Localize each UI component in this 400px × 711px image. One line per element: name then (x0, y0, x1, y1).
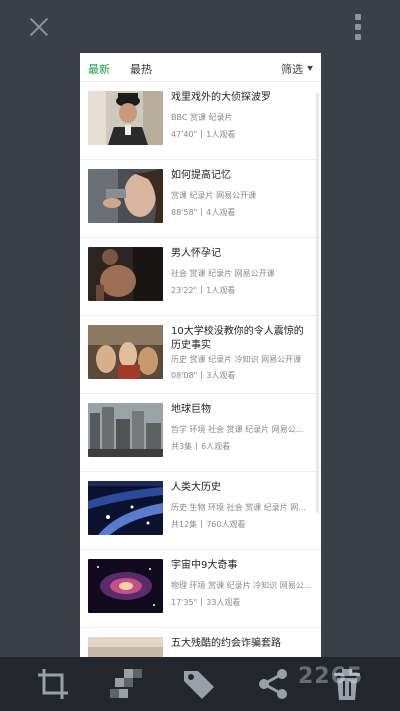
item-duration: 88'58" (171, 208, 198, 217)
thumbnail (88, 559, 163, 613)
share-icon[interactable] (256, 667, 290, 701)
item-meta: 23'22" 1人观看 (171, 285, 235, 296)
item-tags: 哲学 环境 社会 赏课 纪录片 网易公... (171, 425, 304, 434)
tab-bar: 最新 最热 筛选 (80, 53, 321, 82)
list-item[interactable]: 宇宙中9大奇事 物理 环境 赏课 纪录片 冷知识 网易公... 17'35" 33… (80, 550, 321, 628)
item-meta: 08'08" 3人观看 (171, 370, 235, 381)
list-item[interactable]: 地球巨物 哲学 环境 社会 赏课 纪录片 网易公... 共3集 6人观看 (80, 394, 321, 472)
item-duration: 17'35" (171, 598, 198, 607)
close-icon[interactable] (24, 12, 54, 42)
item-duration: 共12集 (171, 520, 198, 529)
thumbnail (88, 403, 163, 457)
item-views: 6人观看 (201, 442, 231, 451)
list-item[interactable]: 五大残酷的约会诈骗套路 (80, 628, 321, 657)
item-title: 如何提高记忆 (171, 170, 231, 181)
item-meta: 17'35" 33人观看 (171, 597, 240, 608)
mosaic-icon[interactable] (110, 667, 144, 701)
screenshot-preview: 最新 最热 筛选 戏里戏外的大侦探波罗 BBC 赏课 纪录片 47'40" 1人观… (80, 53, 321, 657)
item-tags: 物理 环境 赏课 纪录片 冷知识 网易公... (171, 581, 312, 590)
item-meta: 共12集 760人观看 (171, 519, 245, 530)
list-item[interactable]: 人类大历史 历史 生物 环境 社会 赏课 纪录片 网... 共12集 760人观看 (80, 472, 321, 550)
item-views: 1人观看 (206, 130, 236, 139)
watermark: 2265 (298, 664, 364, 689)
thumbnail (88, 637, 163, 657)
tab-hot[interactable]: 最热 (130, 61, 152, 77)
item-tags: 社会 赏课 纪录片 网易公开课 (171, 269, 275, 278)
thumbnail (88, 91, 163, 145)
item-title: 戏里戏外的大侦探波罗 (171, 92, 271, 103)
thumbnail (88, 169, 163, 223)
list-item[interactable]: 男人怀孕记 社会 赏课 纪录片 网易公开课 23'22" 1人观看 (80, 238, 321, 316)
thumbnail (88, 247, 163, 301)
item-views: 3人观看 (206, 371, 236, 380)
item-tags: 历史 赏课 纪录片 冷知识 网易公开课 (171, 355, 302, 364)
filter-label: 筛选 (281, 63, 303, 76)
item-duration: 08'08" (171, 371, 198, 380)
item-title: 地球巨物 (171, 404, 211, 415)
crop-icon[interactable] (36, 667, 70, 701)
item-tags: 赏课 纪录片 网易公开课 (171, 191, 257, 200)
item-title: 五大残酷的约会诈骗套路 (171, 638, 281, 649)
list-item[interactable]: 戏里戏外的大侦探波罗 BBC 赏课 纪录片 47'40" 1人观看 (80, 82, 321, 160)
item-meta: 共3集 6人观看 (171, 441, 230, 452)
tab-latest[interactable]: 最新 (88, 61, 110, 77)
item-title: 男人怀孕记 (171, 248, 221, 259)
tag-icon[interactable] (182, 667, 216, 701)
item-duration: 23'22" (171, 286, 198, 295)
caret-down-icon (307, 66, 313, 71)
item-views: 33人观看 (206, 598, 241, 607)
filter-button[interactable]: 筛选 (281, 61, 313, 77)
thumbnail (88, 325, 163, 379)
item-meta: 47'40" 1人观看 (171, 129, 235, 140)
item-duration: 47'40" (171, 130, 198, 139)
item-views: 4人观看 (206, 208, 236, 217)
item-title: 人类大历史 (171, 482, 221, 493)
item-title: 宇宙中9大奇事 (171, 560, 238, 571)
thumbnail (88, 481, 163, 535)
list-item[interactable]: 10大学校没教你的令人震惊的历史事实 历史 赏课 纪录片 冷知识 网易公开课 0… (80, 316, 321, 394)
item-views: 760人观看 (206, 520, 246, 529)
item-tags: 历史 生物 环境 社会 赏课 纪录片 网... (171, 503, 306, 512)
item-title: 10大学校没教你的令人震惊的历史事实 (171, 326, 304, 351)
list-item[interactable]: 如何提高记忆 赏课 纪录片 网易公开课 88'58" 4人观看 (80, 160, 321, 238)
top-bar (0, 0, 400, 52)
scrollbar[interactable] (316, 93, 319, 513)
video-list: 戏里戏外的大侦探波罗 BBC 赏课 纪录片 47'40" 1人观看 如何提高记忆 … (80, 82, 321, 657)
item-views: 1人观看 (206, 286, 236, 295)
item-meta: 88'58" 4人观看 (171, 207, 235, 218)
item-tags: BBC 赏课 纪录片 (171, 113, 233, 122)
more-vertical-icon[interactable] (350, 12, 366, 42)
item-duration: 共3集 (171, 442, 193, 451)
